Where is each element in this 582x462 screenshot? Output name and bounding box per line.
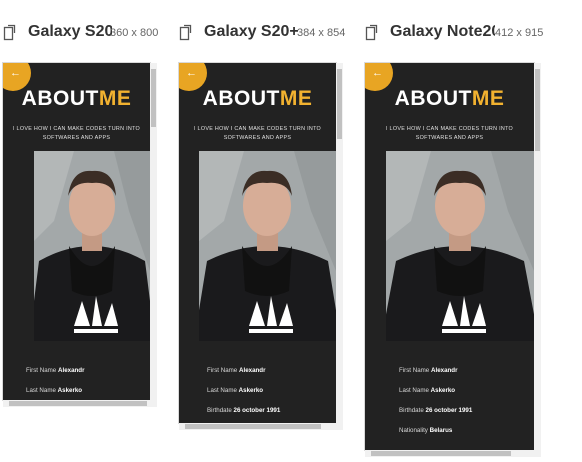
scrollbar-thumb[interactable]	[151, 69, 156, 127]
rotate-device-icon[interactable]	[365, 23, 379, 41]
device-name: Galaxy S20+	[204, 23, 298, 40]
device-size: 384 x 854	[297, 27, 346, 39]
vertical-scrollbar[interactable]	[336, 63, 343, 423]
device-screen[interactable]: ← ABOUTME I LOVE HOW I CAN MAKE CODES TU…	[179, 63, 336, 423]
profile-photo	[386, 151, 534, 341]
tagline: I LOVE HOW I CAN MAKE CODES TURN INTO SO…	[385, 126, 514, 141]
info-row-last-name: Last Name Askerko	[207, 387, 264, 394]
rotate-device-icon[interactable]	[3, 23, 17, 41]
page-title: ABOUTME	[21, 87, 132, 110]
scrollbar-thumb[interactable]	[185, 424, 321, 429]
info-row-birthdate: Birthdate 26 october 1991	[207, 407, 281, 414]
scrollbar-thumb[interactable]	[337, 69, 342, 139]
info-row-birthdate: Birthdate 26 october 1991	[399, 407, 473, 414]
profile-photo	[199, 151, 336, 341]
horizontal-scrollbar[interactable]	[3, 400, 157, 407]
back-arrow-icon: ←	[186, 67, 197, 79]
tagline: I LOVE HOW I CAN MAKE CODES TURN INTO SO…	[193, 126, 322, 141]
device-header: Galaxy Note20 412 x 915	[365, 22, 545, 44]
device-screen[interactable]: ← ABOUTME I LOVE HOW I CAN MAKE CODES TU…	[3, 63, 150, 400]
device-name: Galaxy S20	[28, 23, 112, 40]
rotate-device-icon[interactable]	[179, 23, 193, 41]
device-name: Galaxy Note20	[390, 23, 495, 40]
tagline: I LOVE HOW I CAN MAKE CODES TURN INTO SO…	[12, 126, 141, 141]
vertical-scrollbar[interactable]	[150, 63, 157, 400]
scrollbar-thumb[interactable]	[535, 69, 540, 151]
horizontal-scrollbar[interactable]	[179, 423, 343, 430]
back-arrow-icon: ←	[10, 67, 21, 79]
info-row-nationality: Nationality Belarus	[399, 427, 453, 434]
info-row-last-name: Last Name Askerko	[26, 387, 83, 394]
device-size: 360 x 800	[110, 27, 159, 39]
page-title: ABOUTME	[202, 87, 313, 110]
info-row-first-name: First Name Alexandr	[399, 367, 458, 374]
vertical-scrollbar[interactable]	[534, 63, 541, 450]
device-header: Galaxy S20+ 384 x 854	[179, 22, 354, 44]
page-title: ABOUTME	[394, 87, 505, 110]
device-header: Galaxy S20 360 x 800	[3, 22, 163, 44]
scrollbar-thumb[interactable]	[9, 401, 147, 406]
profile-photo	[34, 151, 150, 341]
back-arrow-icon: ←	[372, 67, 383, 79]
info-row-last-name: Last Name Askerko	[399, 387, 456, 394]
device-screen[interactable]: ← ABOUTME I LOVE HOW I CAN MAKE CODES TU…	[365, 63, 534, 450]
horizontal-scrollbar[interactable]	[365, 450, 541, 457]
info-row-first-name: First Name Alexandr	[26, 367, 85, 374]
scrollbar-thumb[interactable]	[371, 451, 511, 456]
device-size: 412 x 915	[495, 27, 544, 39]
info-row-first-name: First Name Alexandr	[207, 367, 266, 374]
